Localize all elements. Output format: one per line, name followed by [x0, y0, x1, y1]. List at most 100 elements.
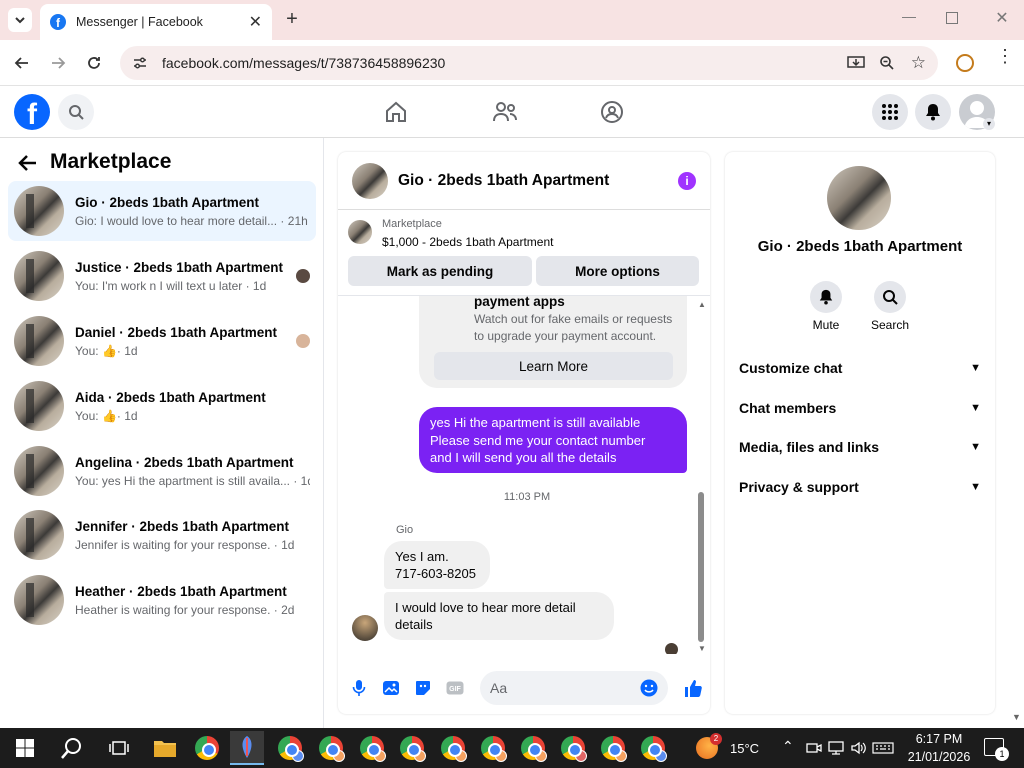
conversation-preview: You: 👍· 1d: [75, 408, 138, 423]
chrome-profile-taskbar-button[interactable]: [273, 731, 307, 765]
friends-nav-button[interactable]: [492, 100, 518, 127]
system-tray-icons[interactable]: [806, 740, 894, 756]
back-arrow-button[interactable]: [18, 154, 38, 175]
bookmark-star-icon[interactable]: ☆: [911, 53, 926, 73]
chat-avatar[interactable]: [352, 162, 388, 199]
chrome-profile-taskbar-button[interactable]: [355, 731, 389, 765]
profile-button[interactable]: [956, 54, 974, 72]
taskbar-search-button[interactable]: [55, 731, 89, 765]
back-button[interactable]: [8, 49, 36, 77]
conversation-item[interactable]: Heather · 2beds 1bath Apartment Heather i…: [8, 570, 316, 630]
facebook-logo-icon[interactable]: f: [14, 94, 50, 130]
start-button[interactable]: [8, 731, 42, 765]
section-customize-chat[interactable]: Customize chat ▼: [739, 356, 981, 380]
network-icon: [828, 741, 844, 755]
message-composer: GIF Aa: [338, 668, 710, 708]
conversation-name: Justice · 2beds 1bath Apartment: [75, 259, 284, 275]
restore-button[interactable]: [946, 12, 958, 24]
search-button[interactable]: [58, 94, 94, 130]
task-view-button[interactable]: [102, 731, 136, 765]
emoji-icon[interactable]: [640, 679, 658, 697]
clock[interactable]: 6:17 PM 21/01/2026: [900, 730, 978, 766]
conversation-item[interactable]: Aida · 2beds 1bath Apartment You: 👍· 1d: [8, 376, 316, 436]
minimize-button[interactable]: —: [898, 8, 920, 30]
browser-tab[interactable]: f Messenger | Facebook ✕: [40, 4, 272, 40]
chrome-icon: [278, 736, 304, 762]
thumbs-up-icon: 👍: [101, 408, 117, 423]
address-bar[interactable]: facebook.com/messages/t/738736458896230 …: [120, 46, 938, 80]
groups-nav-button[interactable]: [600, 100, 624, 127]
chrome-profile-taskbar-button[interactable]: [476, 731, 510, 765]
conversation-item[interactable]: Justice · 2beds 1bath Apartment You: I'm …: [8, 246, 316, 306]
clock-date: 21/01/2026: [907, 750, 971, 764]
conversation-preview: You: yes Hi the apartment is still avail…: [75, 473, 310, 488]
info-icon[interactable]: i: [678, 171, 696, 190]
url-text[interactable]: facebook.com/messages/t/738736458896230: [162, 55, 847, 71]
mute-button[interactable]: Mute: [809, 281, 843, 332]
chrome-profile-taskbar-button[interactable]: [596, 731, 630, 765]
browser-tab-bar: f Messenger | Facebook ✕ + — ✕: [0, 0, 1024, 40]
weather-badge: 2: [710, 733, 722, 745]
account-chevron-icon[interactable]: ▾: [983, 118, 995, 130]
chrome-profile-taskbar-button[interactable]: [636, 731, 670, 765]
notifications-button[interactable]: [915, 94, 951, 130]
search-in-chat-button[interactable]: Search: [870, 281, 910, 332]
voice-clip-button[interactable]: [348, 677, 370, 699]
site-settings-icon[interactable]: [132, 55, 148, 71]
section-chat-members[interactable]: Chat members ▼: [739, 396, 981, 420]
chat-header: Gio · 2beds 1bath Apartment i: [338, 152, 710, 210]
home-nav-button[interactable]: [384, 100, 408, 127]
page-scroll-down-arrow[interactable]: ▼: [1012, 712, 1021, 722]
chrome-taskbar-button[interactable]: [190, 731, 224, 765]
safety-tip-card: payment apps Watch out for fake emails o…: [419, 296, 687, 388]
more-options-button[interactable]: More options: [536, 256, 699, 286]
tab-search-button[interactable]: [8, 8, 32, 32]
conversation-name: Jennifer · 2beds 1bath Apartment: [75, 518, 290, 534]
file-explorer-button[interactable]: [148, 731, 182, 765]
meet-now-icon: [806, 743, 822, 753]
tab-close-icon[interactable]: ✕: [249, 12, 262, 32]
chrome-profile-taskbar-button[interactable]: [395, 731, 429, 765]
install-app-icon[interactable]: [847, 55, 865, 71]
learn-more-button[interactable]: Learn More: [434, 352, 673, 380]
menu-grid-button[interactable]: [872, 94, 908, 130]
keyboard-icon: [872, 742, 894, 754]
listing-title[interactable]: $1,000 - 2beds 1bath Apartment: [382, 235, 553, 249]
windows-taskbar: 2 15°C ⌃ 6:17 PM 21/01/2026 1: [0, 728, 1024, 768]
conversation-item[interactable]: Gio · 2beds 1bath Apartment Gio: I would …: [8, 181, 316, 241]
conversation-item[interactable]: Daniel · 2beds 1bath Apartment You: 👍· 1d: [8, 311, 316, 371]
send-like-button[interactable]: [682, 677, 704, 699]
attach-photo-button[interactable]: [380, 677, 402, 699]
chrome-profile-taskbar-button[interactable]: [314, 731, 348, 765]
notification-center-button[interactable]: 1: [984, 738, 1009, 761]
active-app-taskbar-button[interactable]: [230, 731, 264, 765]
photo-icon: [383, 681, 399, 695]
conversation-item[interactable]: Jennifer · 2beds 1bath Apartment Jennifer…: [8, 505, 316, 565]
chrome-menu-icon[interactable]: ⋮: [996, 47, 1014, 65]
section-media-files-links[interactable]: Media, files and links ▼: [739, 435, 981, 459]
chrome-profile-taskbar-button[interactable]: [556, 731, 590, 765]
zoom-icon[interactable]: [879, 55, 895, 71]
chrome-icon: [481, 736, 507, 762]
message-input[interactable]: Aa: [480, 671, 668, 705]
weather-widget[interactable]: 2 15°C: [696, 733, 766, 762]
chat-title[interactable]: Gio · 2beds 1bath Apartment: [398, 172, 678, 190]
forward-button[interactable]: [44, 49, 72, 77]
reload-button[interactable]: [80, 49, 108, 77]
contact-avatar[interactable]: [827, 166, 891, 230]
mute-icon-wrap: [810, 281, 842, 313]
show-hidden-icons-button[interactable]: ⌃: [782, 738, 794, 755]
bell-icon: [819, 289, 833, 305]
gif-button[interactable]: GIF: [444, 677, 466, 699]
mark-as-pending-button[interactable]: Mark as pending: [348, 256, 532, 286]
chrome-profile-taskbar-button[interactable]: [516, 731, 550, 765]
search-icon: [61, 738, 81, 759]
sticker-button[interactable]: [412, 677, 434, 699]
new-tab-button[interactable]: +: [282, 8, 302, 32]
chrome-profile-taskbar-button[interactable]: [436, 731, 470, 765]
search-icon: [883, 290, 898, 305]
message-scrollbar[interactable]: ▲ ▼: [696, 296, 706, 654]
section-privacy-support[interactable]: Privacy & support ▼: [739, 475, 981, 499]
window-close-button[interactable]: ✕: [992, 8, 1012, 30]
conversation-item[interactable]: Angelina · 2beds 1bath Apartment You: yes…: [8, 441, 316, 501]
